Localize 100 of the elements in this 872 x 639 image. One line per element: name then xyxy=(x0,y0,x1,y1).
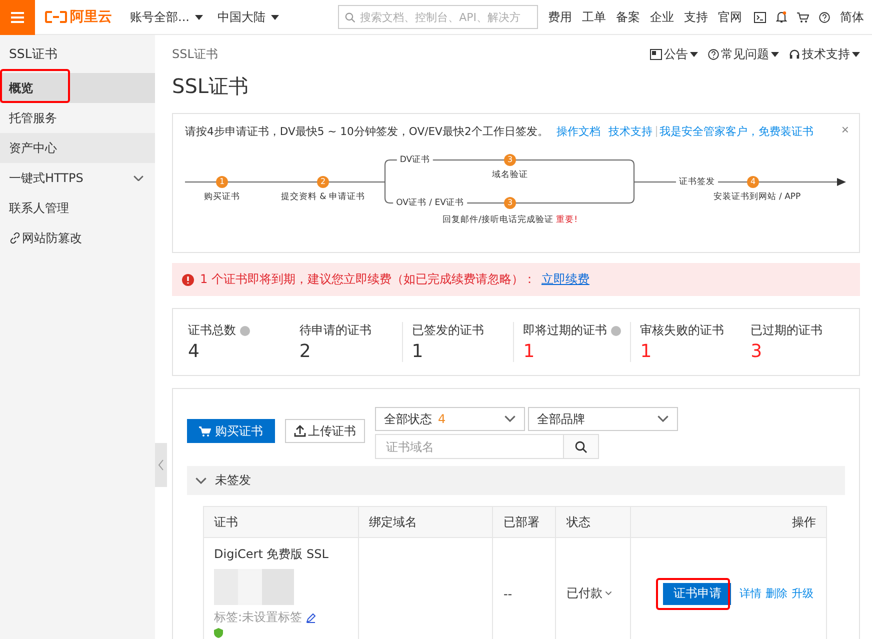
upload-icon xyxy=(294,425,306,437)
stat-label: 审核失败的证书 xyxy=(640,322,724,339)
nav-link[interactable]: 支持 xyxy=(684,8,708,26)
column-header: 状态 xyxy=(556,506,631,538)
step-number: 2 xyxy=(317,176,329,188)
account-dropdown[interactable]: 账号全部... xyxy=(130,8,204,26)
language-link[interactable]: 简体 xyxy=(840,8,864,26)
branch-label: OV证书 / EV证书 xyxy=(393,197,467,209)
guide-link[interactable]: 操作文档 xyxy=(556,124,600,139)
nav-link[interactable]: 官网 xyxy=(718,8,742,26)
action-link[interactable]: 详情 xyxy=(739,587,762,600)
stat-label: 待申请的证书 xyxy=(299,322,372,339)
bell-icon[interactable] xyxy=(776,11,787,23)
search-button[interactable] xyxy=(563,434,599,459)
stat-value: 1 xyxy=(412,341,424,362)
region-dropdown[interactable]: 中国大陆 xyxy=(217,8,280,26)
menu-icon xyxy=(11,12,24,22)
caret-icon xyxy=(852,52,860,56)
column-header: 已部署 xyxy=(492,506,556,538)
stat-label: 证书总数 xyxy=(188,322,236,339)
sidebar-item[interactable]: 联系人管理 xyxy=(0,193,155,223)
stat-value: 4 xyxy=(188,341,200,362)
collapse-handle[interactable] xyxy=(155,443,167,487)
cart-icon xyxy=(199,426,211,436)
page-title: SSL证书 xyxy=(172,73,250,100)
status-select[interactable]: 全部状态 4 xyxy=(375,407,525,431)
shield-icon xyxy=(214,628,223,638)
notice-board-icon xyxy=(650,48,662,60)
caret-icon xyxy=(271,14,280,20)
column-header: 绑定域名 xyxy=(358,506,493,538)
sidebar-item[interactable]: 托管服务 xyxy=(0,103,155,133)
stat-label: 已过期的证书 xyxy=(750,322,823,339)
sidebar-item[interactable]: 网站防篡改 xyxy=(0,223,155,253)
nav-link[interactable]: 费用 xyxy=(548,8,572,26)
step-label: 安装证书到网站 / APP xyxy=(712,191,802,203)
domain-search-field[interactable]: 证书域名 xyxy=(375,434,563,459)
search-icon xyxy=(575,440,587,452)
certificate-name: DigiCert 免费版 SSL xyxy=(214,546,330,563)
step-label: 域名验证 xyxy=(491,169,529,181)
upload-button[interactable]: 上传证书 xyxy=(285,419,365,443)
header-link[interactable]: 技术支持 xyxy=(789,46,860,62)
caret-icon xyxy=(690,52,698,56)
guide-link[interactable]: 我是安全管家客户，免费装证书 xyxy=(659,124,814,139)
tag-text: 标签:未设置标签 xyxy=(214,609,302,626)
guide-link[interactable]: 技术支持 xyxy=(608,124,652,139)
header-link[interactable]: 公告 xyxy=(650,46,698,62)
renew-link[interactable]: 立即续费 xyxy=(541,271,590,288)
sidebar-title: SSL证书 xyxy=(8,45,59,63)
stat-value: 1 xyxy=(523,341,536,362)
nav-link[interactable]: 工单 xyxy=(582,8,606,26)
search-field[interactable]: 搜索文档、控制台、API、解决方 xyxy=(338,5,538,29)
error-icon xyxy=(182,274,194,286)
logo-icon xyxy=(45,11,67,23)
search-icon xyxy=(345,12,356,22)
brand-select[interactable]: 全部品牌 xyxy=(528,407,678,431)
stat-value: 3 xyxy=(750,341,764,362)
step-number: 3 xyxy=(504,154,516,166)
branch-label: DV证书 xyxy=(396,154,434,166)
close-button[interactable]: × xyxy=(841,122,849,137)
caret-icon xyxy=(605,591,612,596)
help-icon[interactable] xyxy=(819,12,830,22)
help-icon xyxy=(708,48,719,60)
group-header[interactable]: 未签发 xyxy=(187,466,845,495)
alert-text: 1 个证书即将到期，建议您立即续费（如已完成续费请忽略）： xyxy=(200,271,536,288)
link-icon xyxy=(9,232,21,244)
nav-link[interactable]: 备案 xyxy=(616,8,640,26)
header-link[interactable]: 常见问题 xyxy=(708,46,779,62)
chevron-down-icon xyxy=(195,476,207,484)
step-number: 4 xyxy=(747,176,759,188)
chevron-down-icon xyxy=(504,415,516,423)
action-link[interactable]: 升级 xyxy=(791,587,814,600)
breadcrumb: SSL证书 xyxy=(172,46,218,62)
apply-button[interactable]: 证书申请 xyxy=(663,582,732,604)
chevron-down-icon xyxy=(657,415,669,423)
step-label: 证书签发 xyxy=(676,176,718,188)
column-header: 证书 xyxy=(204,506,358,538)
cart-icon[interactable] xyxy=(797,12,809,22)
sidebar-item[interactable]: 一键式HTTPS xyxy=(0,163,155,193)
column-header: 操作 xyxy=(630,506,826,538)
action-link[interactable]: 删除 xyxy=(765,587,788,600)
stat-label: 已签发的证书 xyxy=(412,322,484,339)
caret-icon xyxy=(771,52,779,56)
caret-icon xyxy=(195,14,204,20)
terminal-icon[interactable] xyxy=(754,12,766,22)
menu-button[interactable] xyxy=(0,0,35,34)
step-label: 回复邮件/接听电话完成验证 重要! xyxy=(442,214,578,226)
step-label: 购买证书 xyxy=(203,191,241,203)
guide-text: 请按4步申请证书，DV最快5 ~ 10分钟签发，OV/EV最快2个工作日签发。 xyxy=(185,124,548,139)
step-label: 提交资料 & 申请证书 xyxy=(280,191,366,203)
step-number: 1 xyxy=(216,176,228,188)
buy-button[interactable]: 购买证书 xyxy=(187,419,275,443)
pencil-icon[interactable] xyxy=(306,612,316,622)
chevron-left-icon xyxy=(158,459,164,471)
status-dropdown[interactable]: 已付款 xyxy=(566,585,612,602)
step-number: 3 xyxy=(504,197,516,209)
stat-value: 1 xyxy=(640,341,653,362)
sidebar-item[interactable]: 资产中心 xyxy=(0,133,155,163)
stat-value: 2 xyxy=(299,341,312,362)
nav-link[interactable]: 企业 xyxy=(650,8,674,26)
chevron-down-icon xyxy=(133,174,144,182)
